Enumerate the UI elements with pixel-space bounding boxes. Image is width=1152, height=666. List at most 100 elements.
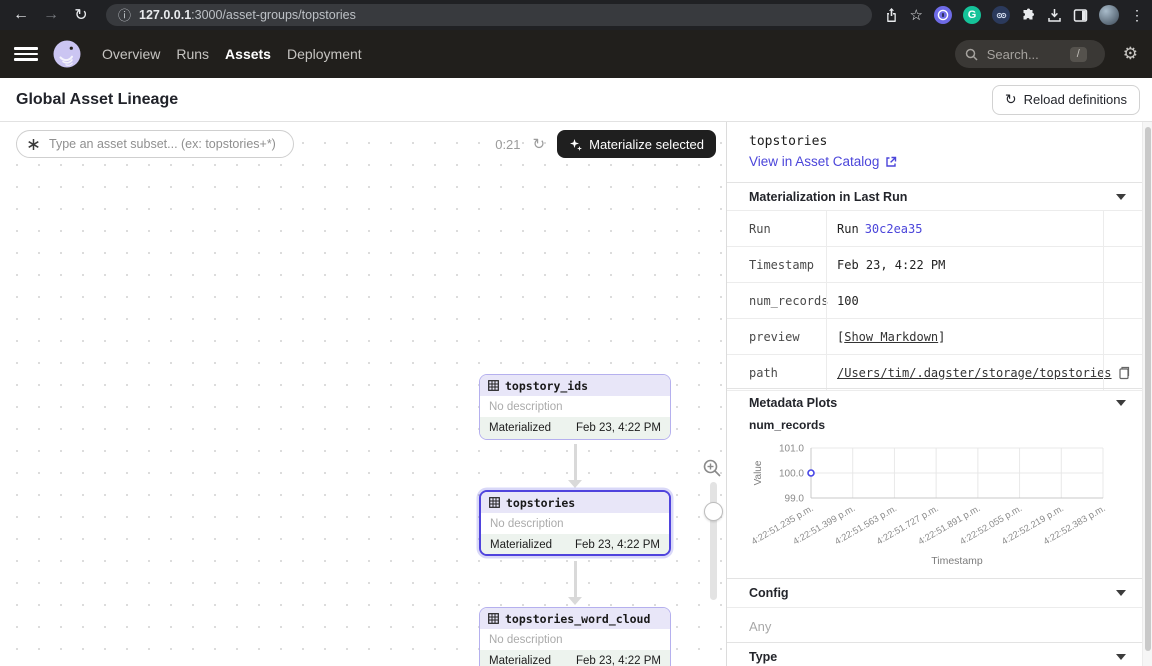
app-nav-bar: Overview Runs Assets Deployment / ⚙ [0, 30, 1152, 78]
collapse-caret-icon[interactable] [1116, 400, 1126, 406]
asset-node-topstories[interactable]: topstories No description Materialized F… [479, 490, 671, 556]
row-value: [Show Markdown] [826, 319, 1144, 354]
page-header: Global Asset Lineage ↻ Reload definition… [0, 78, 1152, 122]
site-info-icon[interactable]: ⓘ [118, 9, 131, 22]
table-row-num-records: num_records 100 [727, 282, 1144, 318]
address-bar[interactable]: ⓘ 127.0.0.1:3000/asset-groups/topstories [106, 4, 872, 26]
owl-extension-icon[interactable] [992, 6, 1010, 24]
browser-back-button[interactable]: ← [8, 2, 34, 28]
refresh-timer: 0:21 [495, 137, 520, 152]
zoom-slider-track[interactable] [710, 482, 717, 600]
graph-actions: 0:21 ↻ Materialize selected [495, 130, 716, 158]
row-label: path [727, 366, 826, 380]
profile-avatar[interactable] [1099, 5, 1119, 25]
table-icon [488, 613, 499, 624]
section-config[interactable]: Config [727, 578, 1144, 608]
search-icon [965, 48, 978, 61]
nav-item-runs[interactable]: Runs [176, 46, 209, 62]
section-materialization-last-run[interactable]: Materialization in Last Run [727, 182, 1144, 210]
selected-asset-name: topstories [749, 134, 827, 149]
asset-status-row: Materialized Feb 23, 4:22 PM [481, 534, 669, 556]
svg-text:Timestamp: Timestamp [931, 555, 983, 567]
password-manager-extension-icon[interactable] [934, 6, 952, 24]
asset-graph-filter-icon [27, 138, 40, 151]
dagster-logo[interactable] [52, 39, 82, 69]
share-icon[interactable] [884, 7, 899, 23]
reload-icon: ↻ [1005, 91, 1017, 108]
global-search[interactable]: / [955, 40, 1105, 68]
copy-clipboard-icon[interactable] [1118, 366, 1130, 380]
asset-node-header: topstories [481, 492, 669, 513]
nav-item-deployment[interactable]: Deployment [287, 46, 362, 62]
nav-item-assets[interactable]: Assets [225, 46, 271, 62]
status-label: Materialized [489, 655, 551, 666]
section-type[interactable]: Type [727, 642, 1144, 666]
refresh-icon[interactable]: ↻ [533, 135, 546, 153]
asset-node-topstory-ids[interactable]: topstory_ids No description Materialized… [479, 374, 671, 440]
status-label: Materialized [489, 422, 551, 434]
asset-name: topstories [506, 496, 575, 510]
svg-text:99.0: 99.0 [785, 494, 805, 505]
panel-scrollbar[interactable] [1142, 122, 1152, 666]
asset-subset-filter[interactable] [16, 130, 294, 158]
settings-gear-icon[interactable]: ⚙ [1123, 44, 1138, 64]
table-icon [488, 380, 499, 391]
search-input[interactable] [985, 46, 1063, 63]
table-row-path: path /Users/tim/.dagster/storage/topstor… [727, 354, 1144, 391]
status-timestamp: Feb 23, 4:22 PM [576, 655, 661, 666]
svg-text:Value: Value [753, 460, 764, 485]
collapse-caret-icon[interactable] [1116, 194, 1126, 200]
view-in-asset-catalog-link[interactable]: View in Asset Catalog [749, 154, 897, 169]
grammarly-extension-icon[interactable]: G [963, 6, 981, 24]
path-link[interactable]: /Users/tim/.dagster/storage/topstories [837, 366, 1112, 380]
asset-description: No description [480, 396, 670, 417]
url-text: 127.0.0.1:3000/asset-groups/topstories [139, 8, 356, 22]
asset-description: No description [480, 629, 670, 650]
dagster-asset-lineage-page: ← → ↻ ⓘ 127.0.0.1:3000/asset-groups/tops… [0, 0, 1152, 666]
external-link-icon [885, 156, 897, 168]
collapse-caret-icon[interactable] [1116, 654, 1126, 660]
extensions-puzzle-icon[interactable] [1021, 8, 1036, 23]
edge-arrow [574, 444, 577, 480]
row-label: Timestamp [727, 258, 826, 272]
materialization-metadata-table: Run Run 30c2ea35 Timestamp Feb 23, 4:22 … [727, 210, 1144, 391]
row-label: Run [727, 222, 826, 236]
materialize-selected-button[interactable]: Materialize selected [557, 130, 716, 158]
table-row-run: Run Run 30c2ea35 [727, 210, 1144, 246]
asset-name: topstory_ids [505, 379, 588, 393]
metadata-plot: 101.0100.099.04:22:51.235 p.m.4:22:51.39… [731, 430, 1143, 574]
asset-node-topstories-word-cloud[interactable]: topstories_word_cloud No description Mat… [479, 607, 671, 666]
scrollbar-thumb[interactable] [1145, 127, 1151, 651]
row-label: num_records [727, 294, 826, 308]
config-value: Any [749, 619, 771, 634]
row-label: preview [727, 330, 826, 344]
nav-item-overview[interactable]: Overview [102, 46, 160, 62]
asset-name: topstories_word_cloud [505, 612, 650, 626]
collapse-caret-icon[interactable] [1116, 590, 1126, 596]
asset-subset-input[interactable] [47, 136, 281, 152]
table-row-timestamp: Timestamp Feb 23, 4:22 PM [727, 246, 1144, 282]
svg-text:101.0: 101.0 [779, 444, 804, 455]
browser-toolbar: ← → ↻ ⓘ 127.0.0.1:3000/asset-groups/tops… [0, 0, 1152, 30]
show-markdown-link[interactable]: Show Markdown [844, 330, 938, 344]
section-metadata-plots[interactable]: Metadata Plots [727, 388, 1144, 416]
zoom-in-icon[interactable] [702, 458, 722, 478]
asset-status-row: Materialized Feb 23, 4:22 PM [480, 417, 670, 439]
zoom-slider-handle[interactable] [704, 502, 723, 521]
asset-graph-pane[interactable]: 0:21 ↻ Materialize selected topstory_ids… [0, 122, 726, 666]
reload-definitions-button[interactable]: ↻ Reload definitions [992, 85, 1140, 115]
hamburger-menu-icon[interactable] [14, 42, 38, 66]
edge-arrow [574, 561, 577, 597]
side-panel-icon[interactable] [1073, 8, 1088, 23]
bookmark-star-icon[interactable]: ☆ [910, 6, 923, 24]
row-value: Run 30c2ea35 [826, 211, 1144, 246]
browser-reload-button[interactable]: ↻ [68, 2, 94, 28]
page-title: Global Asset Lineage [16, 91, 178, 109]
row-value: 100 [826, 283, 1144, 318]
downloads-icon[interactable] [1047, 8, 1062, 23]
browser-forward-button[interactable]: → [38, 2, 64, 28]
asset-detail-panel: topstories View in Asset Catalog Materia… [726, 122, 1152, 666]
run-id-link[interactable]: 30c2ea35 [865, 222, 923, 236]
browser-menu-icon[interactable]: ⋮ [1130, 7, 1144, 24]
table-icon [489, 497, 500, 508]
